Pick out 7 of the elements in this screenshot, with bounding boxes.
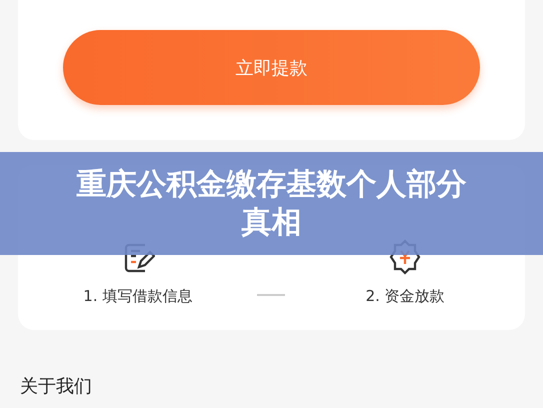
overlay-title: 真相	[242, 204, 302, 241]
overlay-title: 重庆公积金缴存基数个人部分	[76, 166, 466, 204]
withdraw-button[interactable]: 立即提款	[63, 30, 480, 105]
step-connector	[257, 294, 286, 296]
step-label: 2. 资金放款	[366, 287, 445, 306]
section-heading: 关于我们	[20, 375, 92, 398]
step-label: 1. 填写借款信息	[83, 287, 192, 306]
